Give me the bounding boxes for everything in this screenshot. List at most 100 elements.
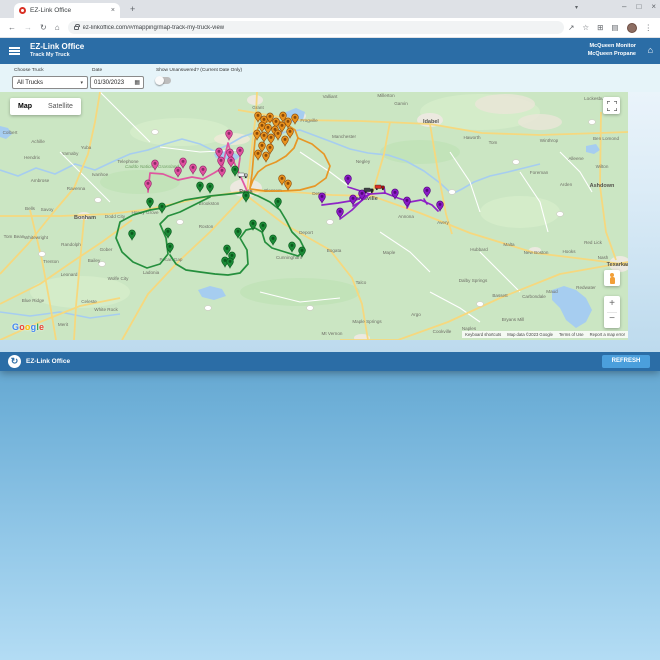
map-town-label: Maud bbox=[546, 289, 558, 294]
satellite-view-button[interactable]: Satellite bbox=[40, 103, 81, 110]
window-maximize-button[interactable]: □ bbox=[636, 2, 641, 11]
map-container: ValliantMillertonGarvinGrantFrogvilleIda… bbox=[0, 92, 660, 340]
highway-shield-icon bbox=[95, 198, 102, 203]
attribution-link[interactable]: Keyboard shortcuts bbox=[462, 331, 504, 338]
new-tab-button[interactable]: + bbox=[130, 4, 135, 14]
app-page: EZ-Link Office Track My Truck McQueen Mo… bbox=[0, 38, 660, 371]
highway-shield-icon bbox=[177, 220, 184, 225]
map-town-label: Millerton bbox=[377, 93, 395, 98]
map-town-label: Colbert bbox=[3, 130, 19, 135]
map-town-label: Arden bbox=[560, 182, 573, 187]
footer-brand: EZ-Link Office bbox=[26, 358, 70, 365]
map-town-label: Ivanhoe bbox=[92, 172, 109, 177]
map-town-label: Ladonia bbox=[143, 270, 160, 275]
attribution-link[interactable]: Map data ©2023 Google bbox=[504, 331, 556, 338]
highway-shield-icon bbox=[557, 212, 564, 217]
browser-toolbar: ← → ↻ ⌂ ez-linkoffice.com/#/mapping/map-… bbox=[0, 18, 660, 38]
browser-menu-icon[interactable]: ⋮ bbox=[645, 23, 653, 32]
home-icon[interactable]: ⌂ bbox=[55, 23, 60, 32]
side-panel-icon[interactable]: ▤ bbox=[611, 23, 618, 32]
profile-avatar[interactable] bbox=[627, 23, 637, 33]
map-town-label: Carbondale bbox=[522, 294, 546, 299]
map-town-label: New Boston bbox=[524, 250, 549, 255]
app-home-icon[interactable]: ⌂ bbox=[648, 45, 653, 55]
pegman-icon bbox=[610, 273, 614, 277]
date-label: Date bbox=[92, 68, 102, 73]
map-canvas[interactable]: ValliantMillertonGarvinGrantFrogvilleIda… bbox=[0, 92, 628, 340]
highway-shield-icon bbox=[205, 306, 212, 311]
zoom-out-button[interactable]: − bbox=[604, 311, 620, 327]
hamburger-menu-icon[interactable] bbox=[9, 47, 20, 55]
attribution-link[interactable]: Report a map error bbox=[587, 331, 628, 338]
google-logo[interactable]: Google bbox=[12, 322, 44, 332]
map-town-label: Celeste bbox=[81, 299, 97, 304]
map-town-label: Dodd City bbox=[105, 214, 126, 219]
truck-select[interactable]: All Trucks ▾ bbox=[12, 76, 88, 89]
tab-search-caret-icon[interactable]: ▾ bbox=[575, 4, 578, 11]
back-icon[interactable]: ← bbox=[8, 23, 16, 32]
map-town-label: Hooks bbox=[562, 249, 576, 254]
fullscreen-icon bbox=[607, 101, 617, 111]
map-town-label: Redwater bbox=[576, 285, 596, 290]
terrain-patch bbox=[100, 170, 180, 194]
url-text: ez-linkoffice.com/#/mapping/map-track-my… bbox=[83, 25, 225, 31]
map-town-label: Yarnaby bbox=[62, 151, 79, 156]
highway-shield-icon bbox=[589, 120, 596, 125]
map-town-label: Foreman bbox=[530, 170, 549, 175]
map-town-label: Bonham bbox=[74, 215, 96, 221]
ezlink-logo: ↻ bbox=[8, 355, 21, 368]
map-town-label: Annona bbox=[398, 214, 414, 219]
attribution-link[interactable]: Terms of Use bbox=[556, 331, 587, 338]
fullscreen-button[interactable] bbox=[603, 97, 620, 114]
map-town-label: Ashdown bbox=[590, 183, 615, 189]
terrain-patch bbox=[475, 94, 535, 114]
share-icon[interactable]: ↗ bbox=[568, 23, 574, 32]
map-view-button[interactable]: Map bbox=[10, 103, 40, 110]
zoom-control: + − bbox=[604, 296, 620, 328]
zoom-in-button[interactable]: + bbox=[604, 296, 620, 312]
app-footer: ↻ EZ-Link Office REFRESH bbox=[0, 352, 660, 371]
map-town-label: White Rock bbox=[94, 307, 118, 312]
map-town-label: Haworth bbox=[463, 135, 481, 140]
map-attribution: Keyboard shortcutsMap data ©2023 GoogleT… bbox=[462, 331, 628, 338]
tab-close-icon[interactable]: × bbox=[111, 7, 115, 14]
browser-tab[interactable]: EZ-Link Office × bbox=[14, 3, 120, 18]
window-minimize-button[interactable]: – bbox=[622, 2, 626, 11]
map-town-label: Tom bbox=[489, 140, 498, 145]
app-title: EZ-Link Office bbox=[30, 42, 84, 51]
map-town-label: Ambrose bbox=[31, 178, 50, 183]
map-town-label: Garvin bbox=[394, 101, 408, 106]
terrain-patch bbox=[380, 140, 460, 164]
map-town-label: Negley bbox=[356, 159, 371, 164]
address-bar[interactable]: ez-linkoffice.com/#/mapping/map-track-my… bbox=[68, 21, 564, 34]
map-type-control: Map Satellite bbox=[10, 98, 81, 115]
map-town-label: Frogville bbox=[300, 118, 318, 123]
map-town-label: Maple bbox=[383, 250, 396, 255]
highway-shield-icon bbox=[449, 190, 456, 195]
app-subtitle: Track My Truck bbox=[30, 52, 70, 58]
map-town-label: Tom Bean bbox=[4, 234, 25, 239]
map-town-label: Talco bbox=[356, 280, 367, 285]
account-info: McQueen Monitor McQueen Propane bbox=[588, 43, 636, 58]
bookmark-star-icon[interactable]: ☆ bbox=[582, 23, 589, 32]
map-town-label: Idabel bbox=[423, 119, 439, 125]
app-header: EZ-Link Office Track My Truck McQueen Mo… bbox=[0, 38, 660, 64]
highway-shield-icon bbox=[327, 220, 334, 225]
map-town-label: Avery bbox=[437, 220, 449, 225]
truck-select-label: Choose Truck bbox=[14, 68, 44, 73]
map-town-label: Achille bbox=[31, 139, 45, 144]
reload-icon[interactable]: ↻ bbox=[40, 23, 47, 32]
browser-tab-bar: EZ-Link Office × + ▾ – □ × bbox=[0, 0, 660, 18]
tab-favicon bbox=[19, 7, 26, 14]
unanswered-toggle[interactable] bbox=[156, 77, 171, 84]
map-town-label: Maple Springs bbox=[352, 319, 382, 324]
date-field[interactable]: 01/30/2023 ▦ bbox=[90, 76, 144, 89]
window-close-button[interactable]: × bbox=[651, 2, 656, 11]
map-town-label: Alleene bbox=[568, 156, 584, 161]
map-town-label: Cookville bbox=[433, 329, 452, 334]
pegman-streetview-control[interactable] bbox=[604, 270, 620, 286]
refresh-button[interactable]: REFRESH bbox=[602, 355, 650, 368]
lock-icon bbox=[74, 26, 79, 30]
forward-icon[interactable]: → bbox=[24, 23, 32, 32]
extensions-icon[interactable]: ⊞ bbox=[597, 23, 603, 32]
